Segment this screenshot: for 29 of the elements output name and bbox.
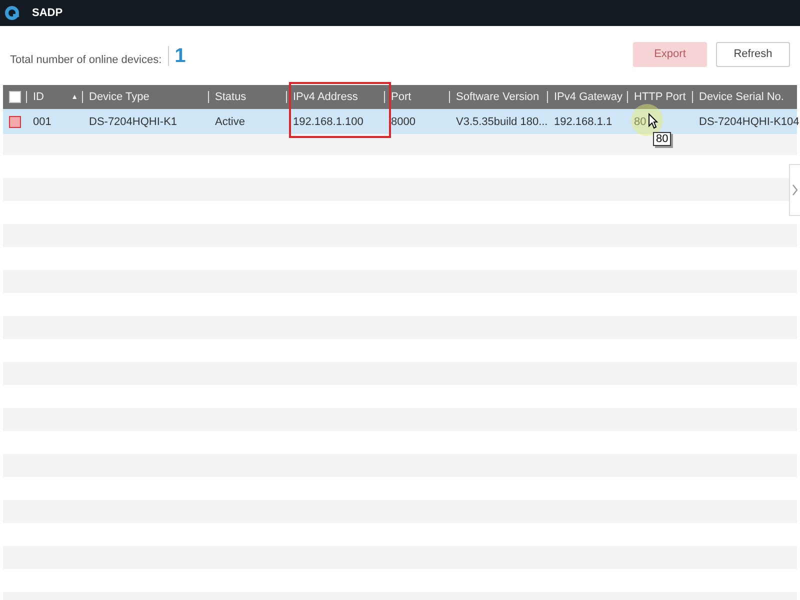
column-header[interactable]: Status <box>215 91 246 103</box>
table-cell: V3.5.35build 180... <box>456 116 548 128</box>
column-header[interactable]: Port <box>391 91 412 103</box>
side-panel-handle[interactable] <box>789 164 800 216</box>
table-cell: DS-7204HQHI-K1 <box>89 116 178 128</box>
row-checkbox[interactable] <box>8 116 20 128</box>
table-cell: DS-7204HQHI-K104 <box>699 116 800 128</box>
column-header[interactable]: ID <box>33 91 44 103</box>
table-row[interactable]: 001 DS-7204HQHI-K1 Active 192.168.1.100 8000 V3.5.35build 180... 192.168.1.1 80 DS-7204HQHI-K104 <box>3 109 797 134</box>
table-cell: 192.168.1.1 <box>554 116 612 128</box>
device-count-label: Total number of online devices: <box>10 54 162 66</box>
table-cell: 80 <box>634 116 646 128</box>
refresh-button[interactable]: Refresh <box>716 42 790 66</box>
app-logo-icon <box>4 5 20 21</box>
column-header[interactable]: IPv4 Gateway <box>554 91 622 103</box>
table-cell: 8000 <box>391 116 416 128</box>
cursor-icon <box>648 113 658 129</box>
window-title: SADP <box>32 7 63 19</box>
column-header[interactable]: Device Serial No. <box>699 91 784 103</box>
column-header[interactable]: HTTP Port <box>634 91 686 103</box>
select-all-checkbox[interactable] <box>8 91 20 103</box>
column-header[interactable]: Device Type <box>89 91 150 103</box>
device-count: 1 <box>174 46 186 66</box>
table-cell: Active <box>215 116 245 128</box>
column-header[interactable]: Software Version <box>456 91 540 103</box>
tooltip: 80 <box>653 132 672 146</box>
table-cell: 192.168.1.100 <box>293 116 364 128</box>
table-cell: 001 <box>33 116 52 128</box>
column-header[interactable]: IPv4 Address <box>293 91 358 103</box>
